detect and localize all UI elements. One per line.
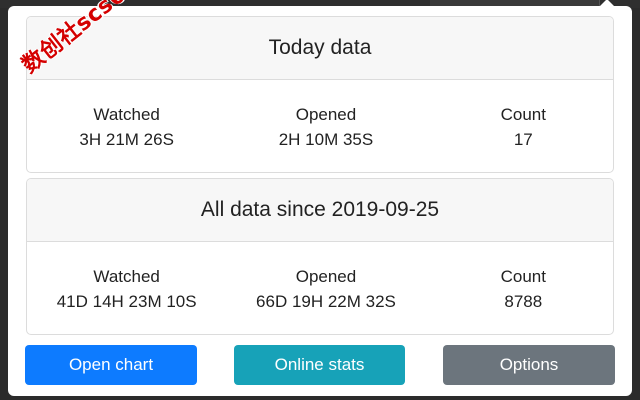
today-data-title: Today data — [27, 17, 613, 80]
all-watched-value: 41D 14H 23M 10S — [56, 292, 197, 311]
open-chart-button[interactable]: Open chart — [25, 345, 197, 385]
extension-popup: Today data Watched 3H 21M 26S Opened 2H … — [8, 6, 632, 396]
all-data-card: All data since 2019-09-25 Watched 41D 14… — [26, 178, 614, 335]
today-count-stat: Count 17 — [426, 102, 613, 152]
all-watched-stat: Watched 41D 14H 23M 10S — [27, 264, 226, 314]
all-stats: Watched 41D 14H 23M 10S Opened 66D 19H 2… — [27, 242, 613, 314]
today-opened-value: 2H 10M 35S — [278, 130, 374, 149]
online-stats-button[interactable]: Online stats — [234, 345, 405, 385]
today-watched-stat: Watched 3H 21M 26S — [27, 102, 226, 152]
today-count-value: 17 — [513, 130, 533, 149]
today-opened-label: Opened — [295, 105, 357, 124]
all-count-label: Count — [500, 267, 546, 286]
today-count-label: Count — [500, 105, 546, 124]
all-count-stat: Count 8788 — [426, 264, 613, 314]
today-watched-label: Watched — [93, 105, 160, 124]
today-stats: Watched 3H 21M 26S Opened 2H 10M 35S Cou… — [27, 80, 613, 152]
all-watched-label: Watched — [93, 267, 160, 286]
all-count-value: 8788 — [504, 292, 543, 311]
all-data-title: All data since 2019-09-25 — [27, 179, 613, 242]
all-opened-label: Opened — [295, 267, 357, 286]
today-data-card: Today data Watched 3H 21M 26S Opened 2H … — [26, 16, 614, 173]
today-watched-value: 3H 21M 26S — [79, 130, 174, 149]
all-opened-value: 66D 19H 22M 32S — [256, 292, 396, 311]
options-button[interactable]: Options — [443, 345, 615, 385]
all-opened-stat: Opened 66D 19H 22M 32S — [226, 264, 425, 314]
today-opened-stat: Opened 2H 10M 35S — [226, 102, 425, 152]
